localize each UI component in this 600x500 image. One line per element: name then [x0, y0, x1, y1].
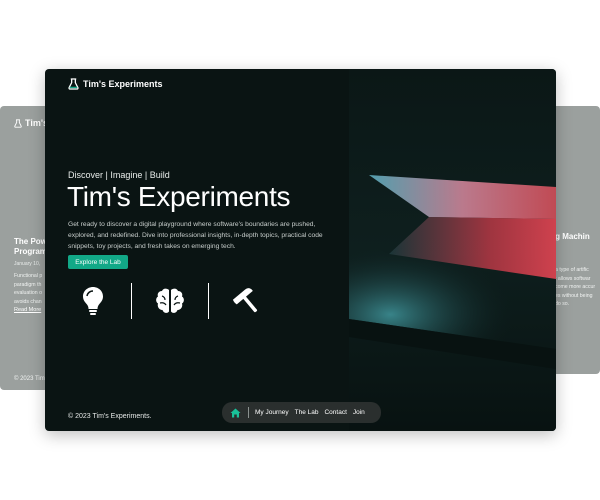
hero-description: Get ready to discover a digital playgrou… [68, 221, 323, 250]
site-name: Tim's Experiments [83, 79, 163, 89]
bg-footer: © 2023 Tim [14, 376, 45, 382]
home-icon[interactable] [230, 407, 242, 419]
hero-card: Tim's Experiments Discover | Imagine | B… [45, 69, 556, 431]
bg-text-line: Functional p [14, 273, 43, 279]
bg-text-line: es without being [555, 292, 593, 299]
lightbulb-icon [77, 285, 109, 317]
site-logo[interactable]: Tim's Experiments [68, 78, 163, 90]
nav-my-journey[interactable]: My Journey [255, 409, 289, 416]
nav-contact[interactable]: Contact [324, 409, 346, 416]
flask-icon [68, 78, 79, 90]
explore-lab-button[interactable]: Explore the Lab [68, 255, 128, 269]
bg-text-line: do so. [555, 301, 570, 307]
laptop-photo [349, 69, 556, 431]
icon-divider [131, 283, 132, 319]
flask-icon [14, 118, 22, 128]
copyright-text: © 2023 Tim's Experiments. [68, 413, 152, 420]
bg-text-line: evaluation o [14, 290, 42, 296]
stage: Tim's Experiments The Pow Program Januar… [0, 0, 600, 500]
bottom-nav: My Journey The Lab Contact Join [222, 402, 381, 423]
hammer-icon [231, 285, 263, 317]
bg-text-line: paradigm th [14, 281, 42, 288]
bg-right-excerpt: a type of artific t allows softwar come … [555, 266, 595, 309]
hero-title: Tim's Experiments [67, 181, 291, 212]
icon-divider [208, 283, 209, 319]
bg-read-more-link[interactable]: Read More [14, 307, 41, 313]
feature-icons [77, 283, 263, 319]
hero-tagline: Discover | Imagine | Build [68, 170, 170, 180]
brain-icon [154, 285, 186, 317]
bg-text-line: t allows softwar [555, 275, 591, 282]
nav-the-lab[interactable]: The Lab [295, 409, 319, 416]
bg-article-date: January 10, [14, 261, 41, 267]
bg-text-line: a type of artific [555, 267, 589, 273]
nav-join[interactable]: Join [353, 409, 365, 416]
bg-article-excerpt: Functional p paradigm th evaluation o av… [14, 272, 42, 306]
nav-divider [248, 407, 249, 418]
bg-text-line: avoids chan [14, 298, 42, 305]
bg-text-line: come more accur [555, 284, 596, 290]
